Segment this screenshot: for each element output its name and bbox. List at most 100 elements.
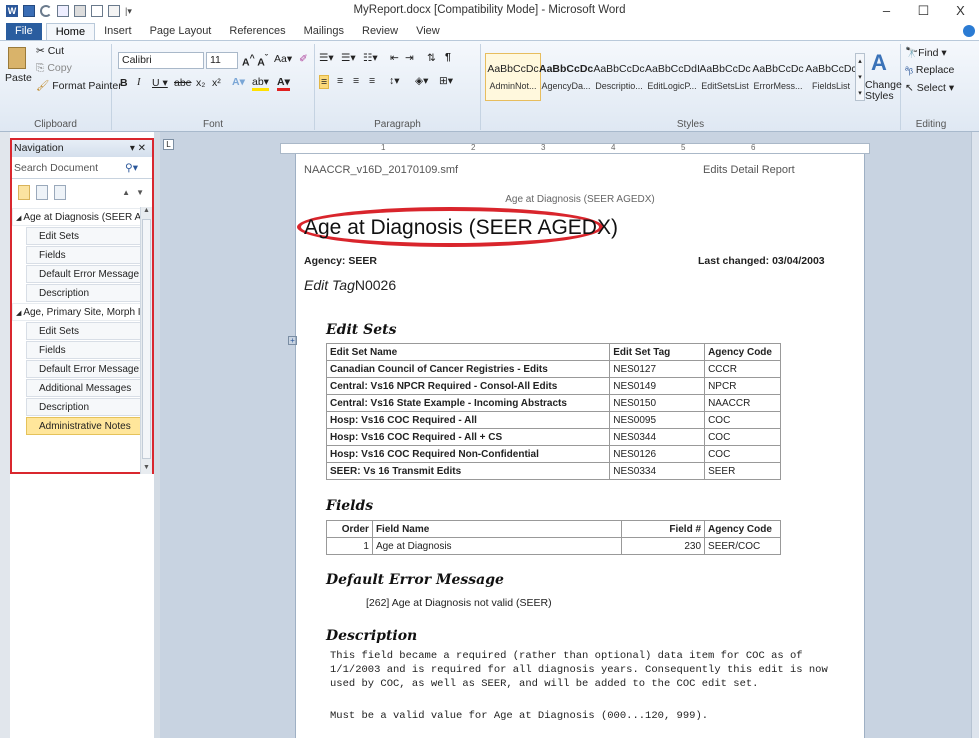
- nav-item-label: Edit Sets: [39, 231, 80, 242]
- tab-file[interactable]: File: [6, 23, 42, 41]
- nav-subheading[interactable]: Administrative Notes: [26, 417, 144, 435]
- previous-heading-arrow[interactable]: ▲: [122, 188, 130, 197]
- paste-icon[interactable]: [8, 47, 26, 69]
- copy-button[interactable]: ⎘ Copy: [36, 62, 72, 75]
- borders-icon[interactable]: ⊞▾: [439, 75, 453, 87]
- table-cell: Age at Diagnosis: [371, 537, 623, 555]
- nav-heading[interactable]: ◢ Age, Primary Site, Morph I...: [12, 303, 144, 321]
- nav-subheading[interactable]: Additional Messages: [26, 379, 144, 397]
- nav-subheading[interactable]: Description: [26, 398, 144, 416]
- bullets-icon[interactable]: ☰▾: [319, 52, 334, 64]
- table-header-cell: Order: [326, 520, 373, 538]
- change-styles-button[interactable]: Change Styles: [865, 80, 902, 102]
- browse-results-tab[interactable]: [54, 184, 66, 200]
- align-left-icon[interactable]: ≡: [319, 75, 330, 89]
- close-button[interactable]: X: [942, 0, 979, 22]
- scroll-down-arrow[interactable]: ▼: [142, 464, 151, 474]
- nav-subheading[interactable]: Edit Sets: [26, 227, 144, 245]
- align-center-icon[interactable]: ≡: [337, 75, 343, 87]
- justify-icon[interactable]: ≡: [369, 75, 375, 87]
- line-spacing-icon[interactable]: ↕▾: [389, 75, 400, 87]
- navigation-scroll-thumb[interactable]: [142, 219, 151, 459]
- nav-subheading[interactable]: Default Error Message: [26, 265, 144, 283]
- select-label: Select: [916, 82, 946, 94]
- browse-headings-tab[interactable]: [18, 184, 30, 200]
- bold-button[interactable]: B: [120, 77, 128, 89]
- horizontal-ruler[interactable]: 1 2 3 4 5 6: [280, 143, 870, 154]
- tab-review[interactable]: Review: [353, 23, 407, 41]
- expand-collapse-icon[interactable]: +: [288, 336, 297, 345]
- increase-indent-icon[interactable]: ⇥: [405, 52, 414, 64]
- tab-insert[interactable]: Insert: [95, 23, 141, 41]
- style-gallery-item[interactable]: AaBbCcDc AdminNot...: [485, 53, 541, 101]
- change-case-icon[interactable]: Aa▾: [274, 53, 292, 65]
- font-color-icon[interactable]: A▾: [277, 76, 290, 91]
- navigation-header: Navigation ▾ ✕: [12, 140, 152, 157]
- nav-subheading[interactable]: Edit Sets: [26, 322, 144, 340]
- sort-icon[interactable]: ⇅: [427, 52, 436, 64]
- description-line: used by COC, as well as SEER, and will b…: [330, 678, 759, 690]
- font-name-combo[interactable]: Calibri: [118, 52, 204, 69]
- navigation-search-placeholder: Search Document: [14, 162, 99, 174]
- italic-button[interactable]: I: [137, 77, 141, 88]
- numbering-icon[interactable]: ☰▾: [341, 52, 356, 64]
- font-size-combo[interactable]: 11: [206, 52, 238, 69]
- table-cell: NAACCR: [704, 394, 781, 412]
- style-gallery-item[interactable]: AaBbCcDc EditSetsList: [697, 53, 753, 101]
- replace-label: Replace: [915, 64, 955, 76]
- tab-view[interactable]: View: [407, 23, 449, 41]
- maximize-button[interactable]: ☐: [905, 0, 942, 22]
- highlight-color-icon[interactable]: ab▾: [252, 76, 269, 91]
- paste-button[interactable]: Paste: [5, 72, 32, 84]
- nav-subheading[interactable]: Default Error Message: [26, 360, 144, 378]
- navigation-search-box[interactable]: Search Document ⚲▾: [12, 157, 152, 179]
- decrease-indent-icon[interactable]: ⇤: [390, 52, 399, 64]
- next-heading-arrow[interactable]: ▼: [136, 188, 144, 197]
- cut-button[interactable]: ✂ Cut: [36, 45, 64, 57]
- strikethrough-button[interactable]: abe: [174, 77, 192, 89]
- vertical-scrollbar[interactable]: [971, 132, 979, 738]
- text-effects-icon[interactable]: A▾: [232, 76, 245, 88]
- table-row: Hosp: Vs16 COC Required Non-Confidential…: [325, 445, 781, 463]
- tab-references[interactable]: References: [220, 23, 294, 41]
- underline-button[interactable]: U ▾: [152, 77, 168, 89]
- search-icon[interactable]: ⚲▾: [125, 157, 138, 179]
- style-gallery-item[interactable]: AaBbCcDc Descriptio...: [591, 53, 647, 101]
- style-gallery-item[interactable]: AaBbCcDc AgencyDa...: [538, 53, 594, 101]
- error-text: [262] Age at Diagnosis not valid (SEER): [366, 597, 552, 609]
- tab-page-layout[interactable]: Page Layout: [141, 23, 221, 41]
- select-button[interactable]: ↖ Select ▾: [905, 82, 954, 94]
- subscript-button[interactable]: x₂: [196, 77, 205, 89]
- shading-icon[interactable]: ◈▾: [415, 75, 428, 87]
- find-button[interactable]: 🔭Find ▾: [905, 46, 947, 59]
- tab-home[interactable]: Home: [45, 23, 96, 41]
- scroll-up-arrow[interactable]: ▲: [142, 207, 151, 217]
- nav-subheading[interactable]: Description: [26, 284, 144, 302]
- style-gallery-item[interactable]: AaBbCcDc FieldsList: [803, 53, 859, 101]
- nav-heading[interactable]: ◢ Age at Diagnosis (SEER A...: [12, 208, 144, 226]
- superscript-button[interactable]: x²: [212, 77, 221, 89]
- minimize-button[interactable]: –: [868, 0, 905, 22]
- tab-selector-icon[interactable]: L: [163, 139, 174, 150]
- table-header-row: Order Field Name Field # Agency Code: [326, 520, 781, 538]
- replace-button[interactable]: ᵃᵦ Replace: [905, 64, 954, 76]
- tab-mailings[interactable]: Mailings: [295, 23, 353, 41]
- show-marks-icon[interactable]: ¶: [445, 51, 451, 63]
- help-icon[interactable]: [963, 25, 975, 37]
- style-gallery-item[interactable]: AaBbCcDdI EditLogicP...: [644, 53, 700, 101]
- browse-pages-tab[interactable]: [36, 184, 48, 200]
- format-painter-button[interactable]: 🖌 Format Painter: [36, 79, 122, 92]
- styles-scroll-icon[interactable]: ▴ ▾ ▾: [855, 53, 865, 101]
- change-styles-icon[interactable]: A: [871, 50, 887, 76]
- nav-subheading[interactable]: Fields: [26, 246, 144, 264]
- navigation-close-button[interactable]: ▾ ✕: [130, 140, 146, 157]
- navigation-scrollbar[interactable]: ▲ ▼: [140, 207, 152, 474]
- grow-shrink-font-icon[interactable]: A^ Aˇ: [242, 53, 268, 69]
- last-changed-label: Last changed: 03/04/2003: [698, 255, 825, 267]
- style-gallery-item[interactable]: AaBbCcDc ErrorMess...: [750, 53, 806, 101]
- nav-subheading[interactable]: Fields: [26, 341, 144, 359]
- multilevel-list-icon[interactable]: ☷▾: [363, 52, 378, 64]
- table-cell: NES0344: [609, 428, 706, 446]
- align-right-icon[interactable]: ≡: [353, 75, 359, 87]
- clear-format-icon[interactable]: ✐: [299, 53, 308, 65]
